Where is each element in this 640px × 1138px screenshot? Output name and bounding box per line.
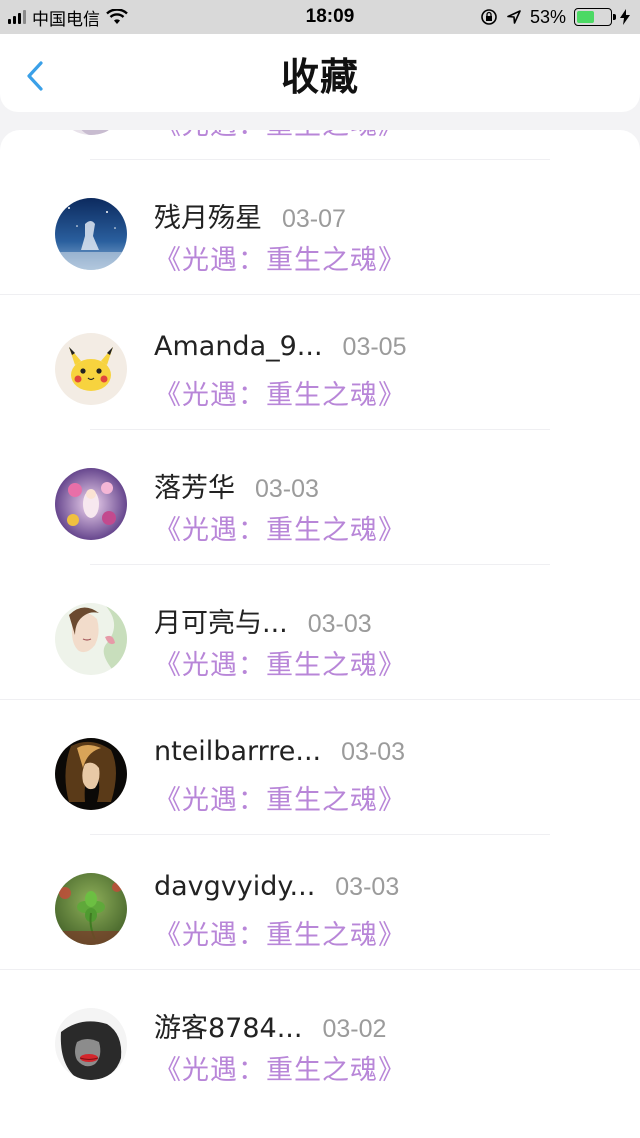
avatar <box>55 738 127 810</box>
battery-percent: 53% <box>529 6 566 27</box>
wifi-icon <box>106 9 128 24</box>
user-name: Amanda_9... <box>154 331 323 362</box>
user-name: nteilbarrre... <box>154 736 322 767</box>
user-name: 游客8784... <box>154 1013 303 1044</box>
date: 03-03 <box>335 873 400 901</box>
page-title: 收藏 <box>280 54 359 99</box>
status-right: 53% <box>480 7 640 28</box>
status-bar: 中国电信 18:09 53% <box>0 0 640 34</box>
user-name: 残月殇星 <box>154 203 262 234</box>
list-item[interactable]: 月可亮与... 03-03 《光遇：重生之魂》 <box>0 565 640 700</box>
list-item[interactable]: 《光遇：重生之魂》 <box>0 130 640 160</box>
avatar <box>55 130 127 135</box>
avatar <box>55 198 127 270</box>
back-button[interactable] <box>20 58 50 94</box>
list-item[interactable]: 游客8784... 03-02 《光遇：重生之魂》 <box>0 970 640 1105</box>
avatar <box>55 873 127 945</box>
avatar <box>55 333 127 405</box>
date: 03-03 <box>307 610 372 638</box>
game-title[interactable]: 《光遇：重生之魂》 <box>154 643 406 682</box>
date: 03-07 <box>282 205 346 233</box>
game-title[interactable]: 《光遇：重生之魂》 <box>154 508 406 547</box>
game-title[interactable]: 《光遇：重生之魂》 <box>154 913 406 952</box>
orientation-lock-icon <box>481 9 497 25</box>
date: 03-02 <box>322 1015 387 1043</box>
user-name: davgvyidy... <box>154 871 316 902</box>
avatar <box>55 1008 127 1080</box>
game-title: 《光遇：重生之魂》 <box>154 130 406 142</box>
status-time: 18:09 <box>305 6 355 27</box>
charging-icon <box>620 9 630 25</box>
list-item[interactable]: 残月殇星 03-07 《光遇：重生之魂》 <box>0 160 640 295</box>
date: 03-05 <box>342 333 407 361</box>
game-title[interactable]: 《光遇：重生之魂》 <box>154 1048 406 1087</box>
user-name: 落芳华 <box>154 473 235 504</box>
avatar <box>55 603 127 675</box>
nav-bar: 收藏 <box>0 34 640 112</box>
game-title[interactable]: 《光遇：重生之魂》 <box>154 778 406 817</box>
game-title[interactable]: 《光遇：重生之魂》 <box>154 373 406 412</box>
list-item[interactable]: nteilbarrre... 03-03 《光遇：重生之魂》 <box>0 700 640 835</box>
carrier-name: 中国电信 <box>32 9 100 29</box>
favorites-list: 《光遇：重生之魂》 残月殇星 03-07 《光遇：重生之魂》 <box>0 130 640 1138</box>
date: 03-03 <box>255 475 319 503</box>
list-item[interactable]: 落芳华 03-03 《光遇：重生之魂》 <box>0 430 640 565</box>
location-icon <box>507 10 521 24</box>
avatar <box>55 468 127 540</box>
signal-icon <box>8 10 26 24</box>
chevron-left-icon[interactable] <box>25 60 45 92</box>
date: 03-03 <box>341 738 406 766</box>
game-title[interactable]: 《光遇：重生之魂》 <box>154 238 406 277</box>
battery-icon <box>574 8 616 26</box>
battery-fill <box>577 11 594 23</box>
user-name: 月可亮与... <box>154 608 288 639</box>
list-item[interactable]: davgvyidy... 03-03 《光遇：重生之魂》 <box>0 835 640 970</box>
list-item[interactable]: Amanda_9... 03-05 《光遇：重生之魂》 <box>0 295 640 430</box>
